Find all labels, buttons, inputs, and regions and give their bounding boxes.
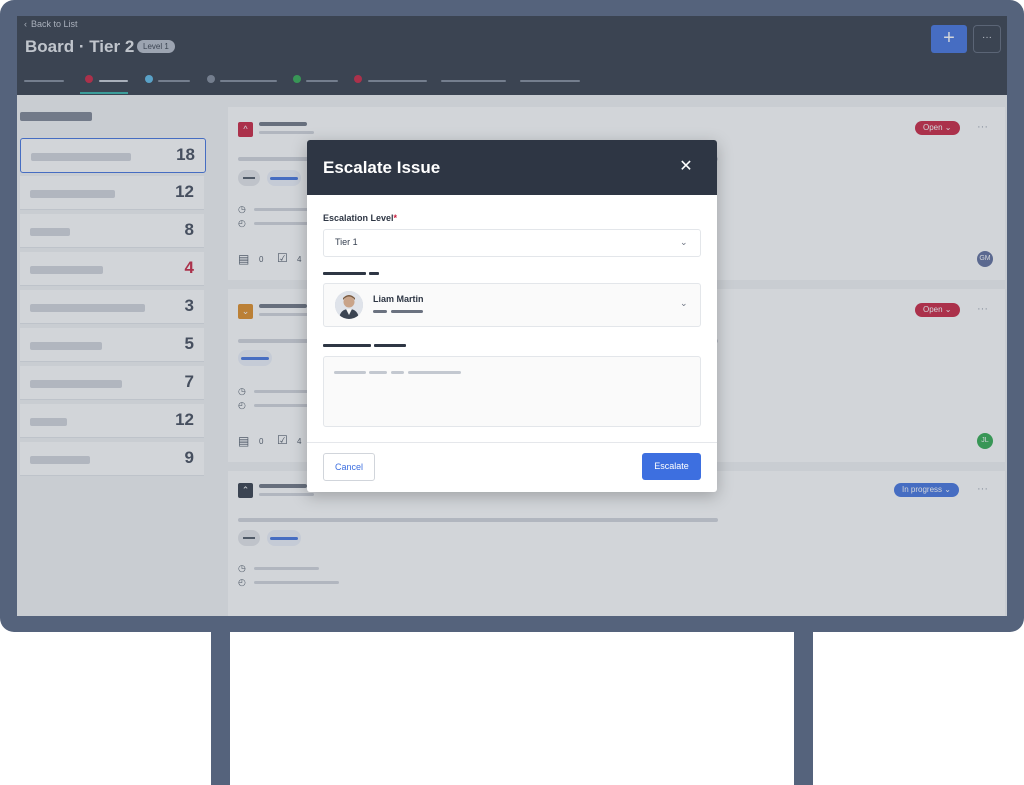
- monitor-stand-left: [211, 630, 230, 785]
- assignee-select[interactable]: Liam Martin ⌄: [323, 283, 701, 327]
- field-label-placeholder: [374, 344, 406, 347]
- chevron-down-icon: ⌄: [680, 298, 688, 308]
- escalate-button[interactable]: Escalate: [642, 453, 701, 480]
- field-label-placeholder: [323, 344, 371, 347]
- field-label-placeholder: [323, 272, 366, 275]
- modal-title: Escalate Issue: [323, 158, 441, 177]
- modal-header: Escalate Issue ✕: [307, 140, 717, 195]
- field-label-placeholder: [369, 272, 379, 275]
- comment-textarea[interactable]: [323, 356, 701, 427]
- escalation-level-value: Tier 1: [335, 237, 358, 247]
- assignee-name: Liam Martin: [373, 294, 424, 304]
- required-mark: *: [393, 213, 398, 223]
- escalation-level-text: Escalation Level: [323, 213, 394, 223]
- escalation-level-select[interactable]: Tier 1 ⌄: [323, 229, 701, 257]
- cancel-button[interactable]: Cancel: [323, 453, 375, 481]
- avatar: [335, 291, 363, 319]
- modal-divider: [307, 442, 717, 443]
- escalation-level-label: Escalation Level*: [323, 213, 397, 223]
- escalate-issue-modal: Escalate Issue ✕ Escalation Level* Tier …: [307, 140, 717, 492]
- chevron-down-icon: ⌄: [680, 237, 688, 247]
- app-screen: ‹ Back to List Board · Tier 2 Level 1 + ·…: [17, 16, 1007, 616]
- close-icon[interactable]: ✕: [675, 156, 697, 178]
- monitor-stand-right: [794, 630, 813, 785]
